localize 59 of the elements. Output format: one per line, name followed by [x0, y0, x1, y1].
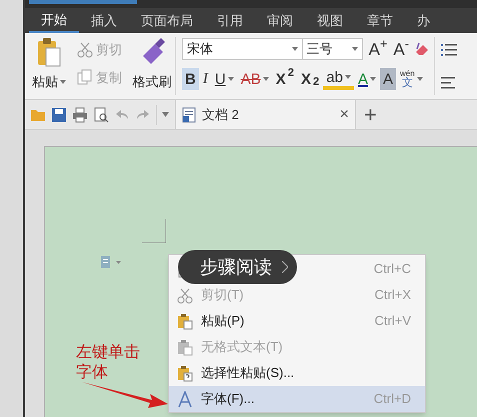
document-tab-title: 文档 2: [202, 106, 239, 124]
document-icon: [182, 106, 196, 122]
caret-icon[interactable]: [352, 47, 358, 51]
print-preview-icon[interactable]: [93, 106, 109, 122]
copy-icon: [77, 69, 93, 86]
document-tab[interactable]: 文档 2 ×: [176, 100, 356, 129]
menu-tab[interactable]: 引用: [205, 8, 255, 33]
strikethrough-button[interactable]: AB: [238, 68, 272, 90]
clipboard-icon: [36, 38, 62, 68]
scissors-icon: [177, 286, 193, 304]
font-color-button[interactable]: A: [354, 68, 379, 90]
shrink-font-button[interactable]: A$^{-}$: [393, 40, 409, 58]
caret-icon[interactable]: [60, 80, 66, 84]
menu-item[interactable]: 粘贴(P) Ctrl+V: [169, 308, 425, 334]
save-icon[interactable]: [51, 106, 67, 122]
annotation-text: 左键单击字体: [76, 343, 141, 383]
margin-corner-mark: [142, 219, 166, 243]
menu-item[interactable]: 选择性粘贴(S)...: [169, 360, 425, 386]
font-size-dropdown[interactable]: 三号: [302, 38, 363, 60]
scissors-icon: [77, 42, 93, 58]
new-tab-button[interactable]: +: [356, 100, 385, 129]
eraser-icon[interactable]: [414, 41, 430, 57]
clipboard-icon: [177, 312, 193, 330]
character-shading-button[interactable]: A: [380, 68, 396, 90]
grow-font-button[interactable]: A$^{+}$: [368, 40, 388, 58]
italic-button[interactable]: I: [200, 68, 211, 90]
caret-icon[interactable]: [370, 77, 376, 81]
caret-icon[interactable]: [262, 77, 269, 81]
close-tab-button[interactable]: ×: [340, 106, 349, 122]
menu-tab[interactable]: 视图: [305, 8, 355, 33]
format-button[interactable]: B: [182, 68, 199, 90]
caret-icon[interactable]: [292, 47, 298, 51]
align-left-icon[interactable]: [441, 77, 455, 89]
font-name-dropdown[interactable]: 宋体: [182, 38, 303, 60]
step-reading-tooltip[interactable]: 步骤阅读: [178, 250, 297, 284]
menu-item[interactable]: 字体(F)... Ctrl+D: [169, 386, 425, 412]
menu-tab[interactable]: 插入: [79, 8, 129, 33]
clipboard-text-icon: [177, 338, 193, 356]
paste-options-icon[interactable]: [100, 255, 122, 269]
paste-button[interactable]: 粘贴: [32, 72, 66, 92]
format-painter-button[interactable]: 格式刷: [129, 38, 175, 99]
bullet-list-icon[interactable]: [441, 43, 457, 57]
menu-tab[interactable]: 办: [405, 8, 442, 33]
underline-button[interactable]: U: [212, 68, 237, 90]
menu-tab[interactable]: 页面布局: [129, 8, 205, 33]
caret-icon[interactable]: [162, 112, 169, 117]
highlight-button[interactable]: ab: [323, 68, 354, 90]
letter-a-icon: [177, 390, 193, 408]
menu-tab[interactable]: 章节: [355, 8, 405, 33]
chevron-icon: [282, 261, 288, 273]
caret-icon[interactable]: [344, 75, 351, 79]
clipboard-question-icon: [177, 364, 193, 382]
print-icon[interactable]: [72, 106, 88, 122]
format-button[interactable]: X$^{2}$: [272, 68, 297, 90]
caret-icon[interactable]: [416, 77, 423, 81]
phonetic-guide-button[interactable]: wén 文: [396, 68, 426, 90]
format-button[interactable]: X$_{2}$: [298, 68, 322, 90]
caret-icon[interactable]: [228, 77, 234, 81]
menu-tab[interactable]: 审阅: [255, 8, 305, 33]
